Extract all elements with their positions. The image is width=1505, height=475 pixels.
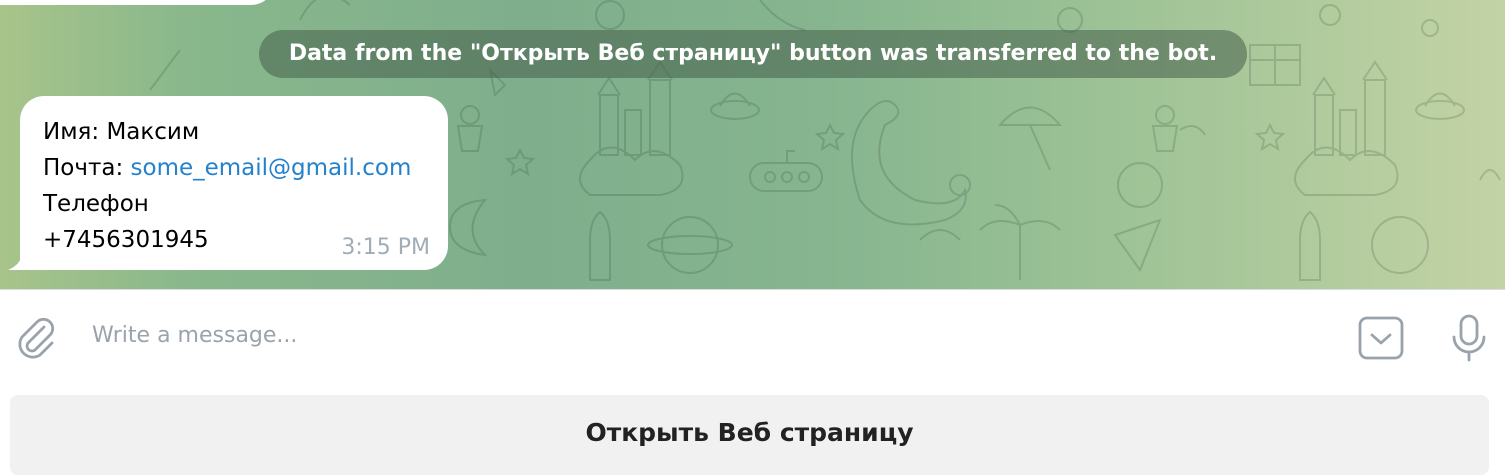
email-link[interactable]: some_email@gmail.com <box>131 155 412 181</box>
message-line-phone-label: Телефон <box>43 191 149 217</box>
message-line-email: Почта: some_email@gmail.com <box>43 150 411 186</box>
microphone-icon[interactable] <box>1446 313 1492 363</box>
message-input[interactable] <box>92 313 1332 357</box>
message-timestamp: 3:15 PM <box>341 235 430 260</box>
service-message: Data from the "Открыть Веб страницу" but… <box>259 30 1247 78</box>
open-web-page-button[interactable]: Открыть Веб страницу <box>10 395 1489 475</box>
message-line-name: Имя: Максим <box>43 119 200 145</box>
chat-wallpaper: Data from the "Открыть Веб страницу" but… <box>0 0 1505 290</box>
email-label: Почта: <box>43 155 131 181</box>
paperclip-icon[interactable] <box>14 315 58 359</box>
previous-message-bubble <box>0 0 275 5</box>
service-message-text: Data from the "Открыть Веб страницу" but… <box>288 41 1218 66</box>
keyboard-toggle-icon[interactable] <box>1357 315 1405 361</box>
open-web-page-button-label: Открыть Веб страницу <box>585 418 914 447</box>
message-composer <box>0 291 1505 379</box>
incoming-message-bubble[interactable]: Имя: Максим Почта: some_email@gmail.com … <box>20 96 448 270</box>
